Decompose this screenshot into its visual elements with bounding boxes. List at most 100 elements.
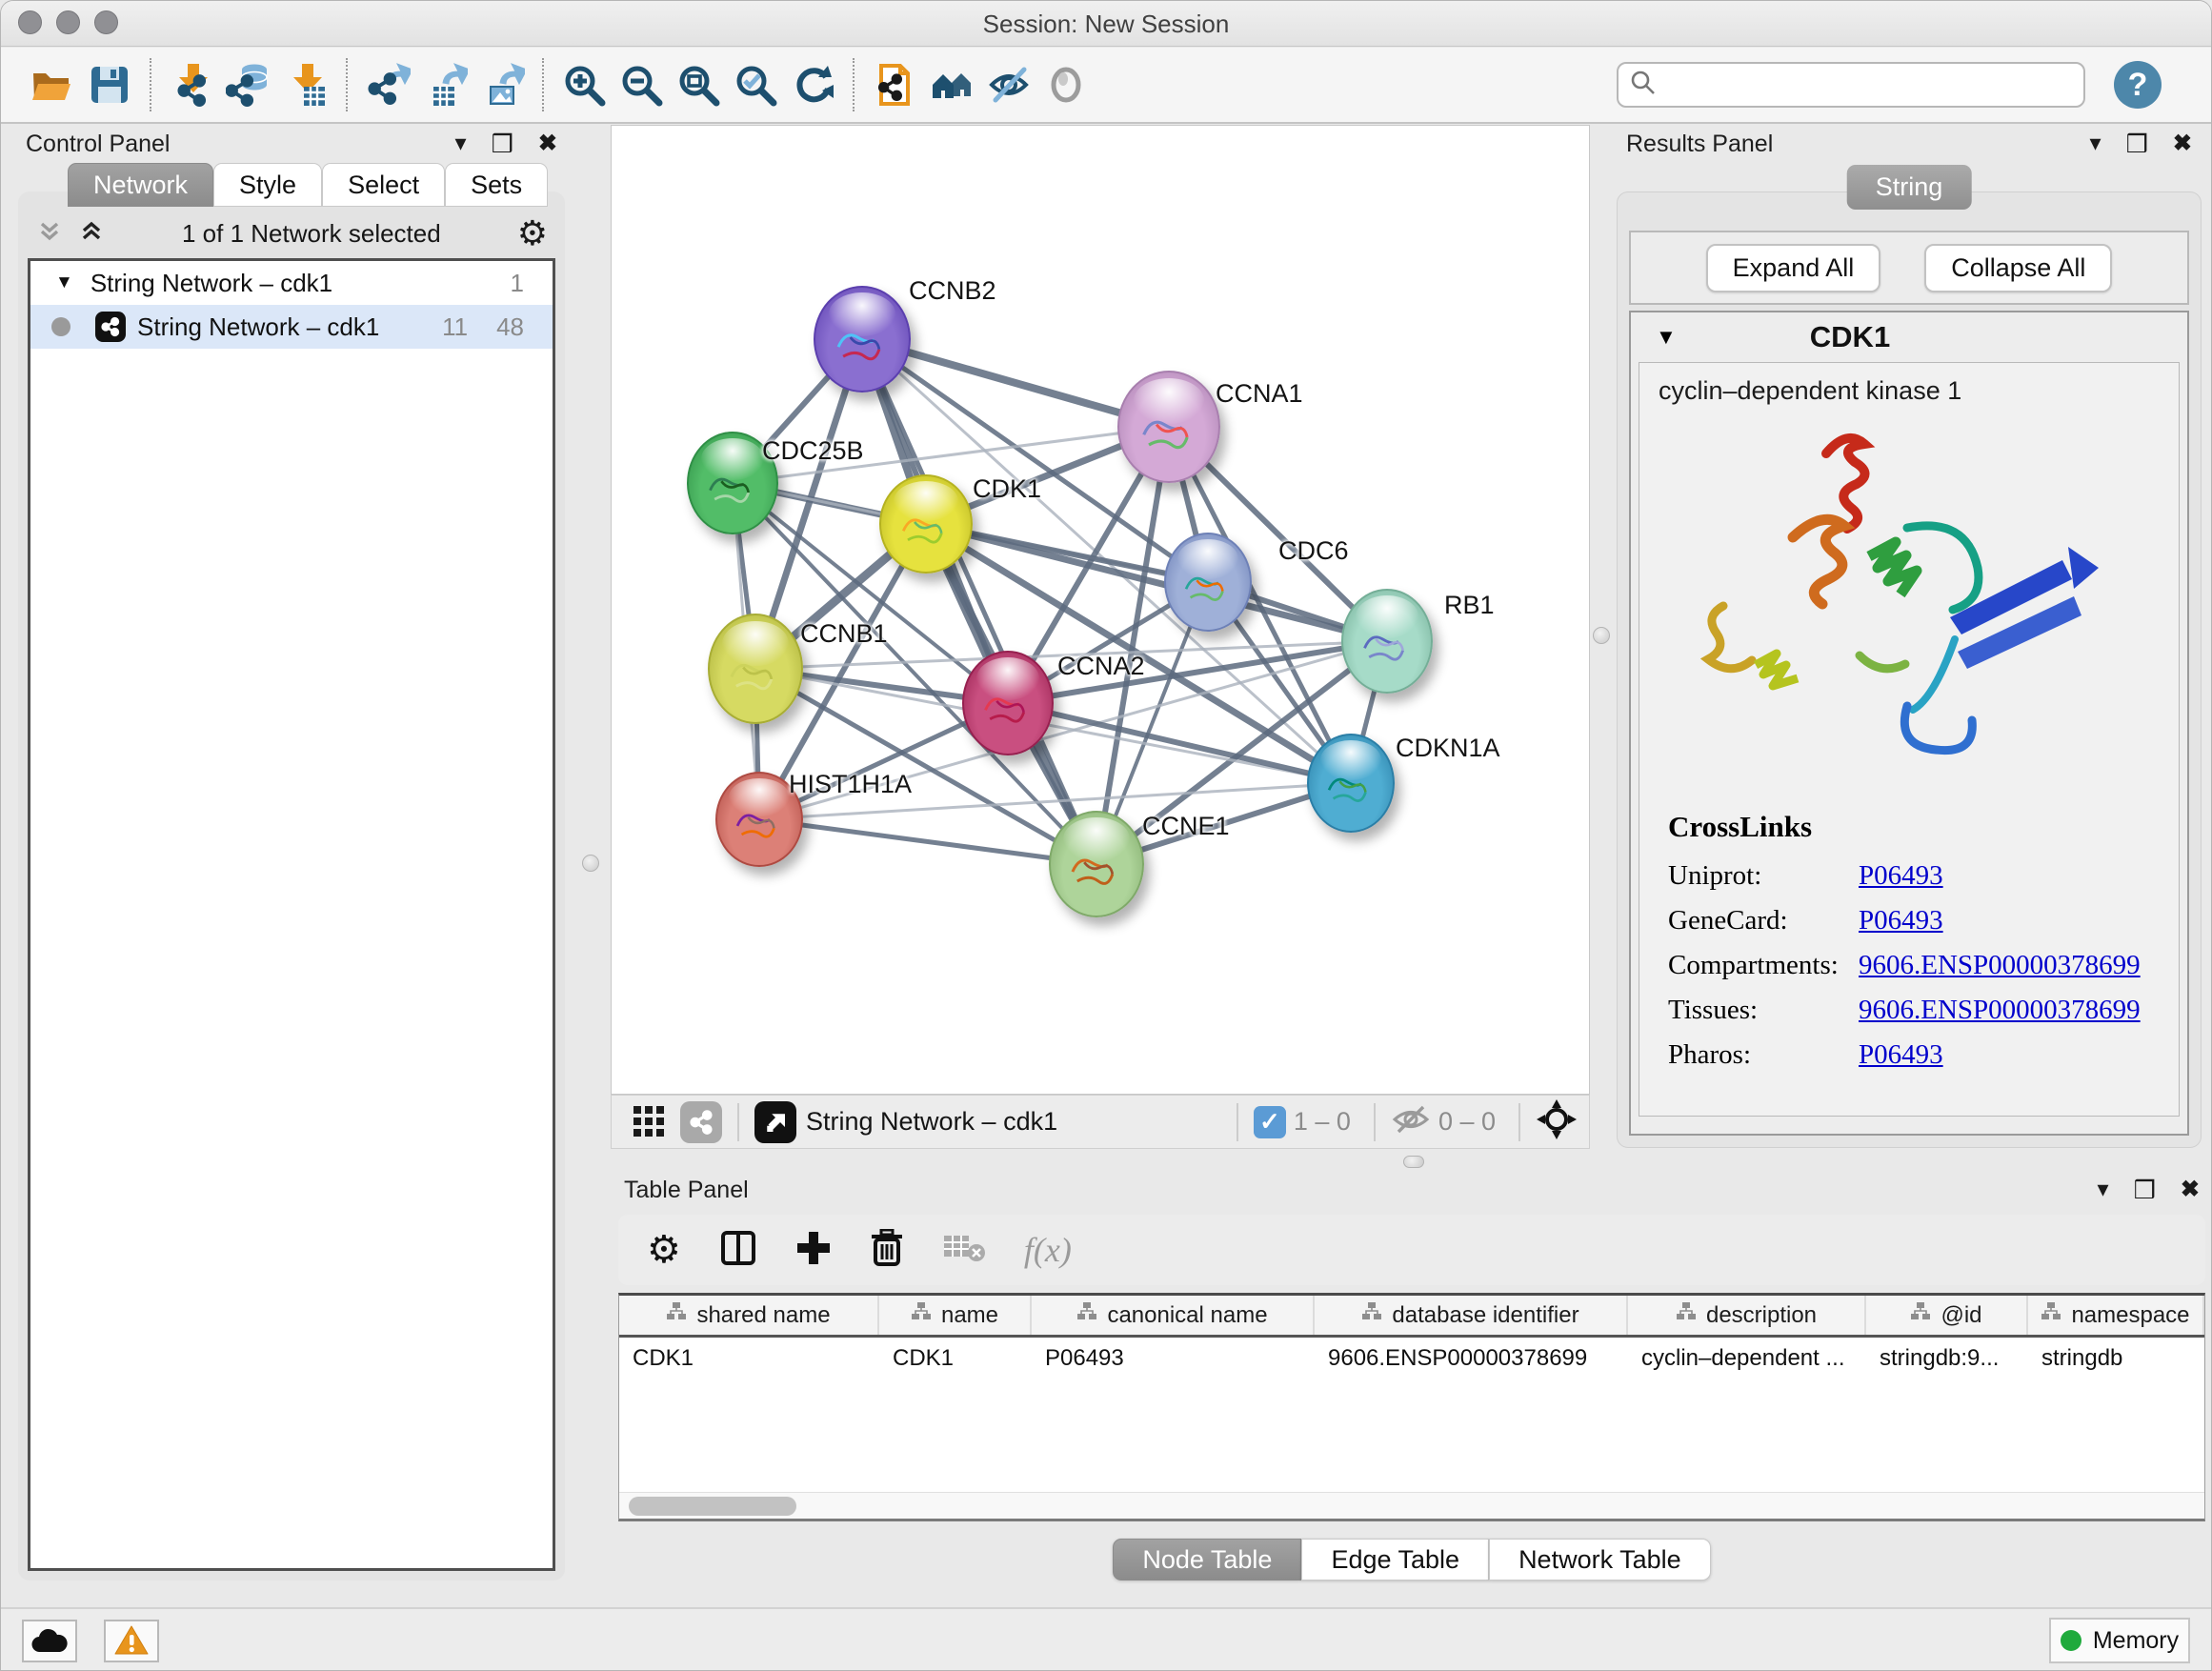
column-header-database-identifier[interactable]: database identifier <box>1315 1296 1628 1335</box>
show-all-hidden-button[interactable] <box>1037 54 1095 115</box>
network-node-cdc6[interactable] <box>1164 533 1252 632</box>
network-tree-row[interactable]: ▼String Network – cdk11 <box>30 261 553 305</box>
table-panel-float-icon[interactable]: ❒ <box>2134 1178 2156 1202</box>
table-cell: cyclin–dependent ... <box>1628 1338 1866 1379</box>
column-type-icon <box>1076 1301 1097 1329</box>
network-node-ccna2[interactable] <box>962 651 1054 755</box>
network-share-view-icon[interactable] <box>680 1101 722 1143</box>
results-panel-collapse-icon[interactable]: ▾ <box>2090 132 2101 155</box>
column-header-description[interactable]: description <box>1628 1296 1866 1335</box>
tab-node-table[interactable]: Node Table <box>1113 1539 1301 1580</box>
network-tree-row[interactable]: String Network – cdk11148 <box>30 305 553 349</box>
export-network-icon <box>365 62 411 108</box>
expand-all-networks-icon[interactable] <box>77 217 106 251</box>
search-input[interactable] <box>1666 71 2072 98</box>
crosslink-label: Uniprot: <box>1668 860 1859 892</box>
tab-string[interactable]: String <box>1847 165 1972 210</box>
network-node-ccna1[interactable] <box>1117 371 1220 483</box>
control-panel-close-icon[interactable]: ✖ <box>538 132 557 155</box>
memory-button[interactable]: Memory <box>2049 1618 2190 1663</box>
hide-selected-button[interactable] <box>980 54 1037 115</box>
expand-all-button[interactable]: Expand All <box>1706 244 1881 292</box>
crosslink-link[interactable]: P06493 <box>1859 905 1943 936</box>
export-network-button[interactable] <box>359 54 416 115</box>
selected-nodes-checkbox-icon[interactable]: ✓ <box>1254 1106 1286 1138</box>
crosslink-link[interactable]: P06493 <box>1859 1039 1943 1071</box>
divider <box>1374 1103 1376 1141</box>
column-header-shared-name[interactable]: shared name <box>619 1296 879 1335</box>
apply-preferred-layout-button[interactable] <box>784 54 841 115</box>
tab-select[interactable]: Select <box>322 163 445 207</box>
zoom-selected-region-button[interactable] <box>727 54 784 115</box>
zoom-fit-content-button[interactable] <box>670 54 727 115</box>
node-table: shared namenamecanonical namedatabase id… <box>618 1293 2205 1521</box>
network-edge[interactable] <box>759 819 1096 864</box>
control-panel-collapse-icon[interactable]: ▾ <box>455 132 467 155</box>
save-session-button[interactable] <box>81 54 138 115</box>
table-row[interactable]: CDK1CDK1P064939606.ENSP00000378699cyclin… <box>619 1338 2204 1379</box>
network-share-icon <box>95 312 126 342</box>
delete-column-trash-icon[interactable] <box>870 1229 904 1272</box>
bottom-splitter-grip[interactable] <box>1403 1156 1424 1168</box>
fit-selected-crosshair-icon[interactable] <box>1536 1098 1578 1145</box>
results-panel-close-icon[interactable]: ✖ <box>2173 132 2192 155</box>
import-table-from-file-button[interactable] <box>277 54 334 115</box>
search-box[interactable] <box>1617 62 2085 108</box>
collapse-all-button[interactable]: Collapse All <box>1924 244 2112 292</box>
table-panel-collapse-icon[interactable]: ▾ <box>2098 1178 2109 1201</box>
tab-sets[interactable]: Sets <box>445 163 548 207</box>
network-node-ccnb2[interactable] <box>814 286 911 393</box>
crosslink-row: Tissues: 9606.ENSP00000378699 <box>1668 988 2179 1033</box>
network-edge[interactable] <box>1008 703 1351 783</box>
table-horizontal-scrollbar[interactable] <box>619 1492 2204 1519</box>
network-node-ccne1[interactable] <box>1049 811 1144 917</box>
results-panel-float-icon[interactable]: ❒ <box>2126 131 2148 156</box>
network-node-cdkn1a[interactable] <box>1307 734 1395 833</box>
export-table-button[interactable] <box>416 54 473 115</box>
network-options-gear-icon[interactable]: ⚙ <box>517 216 548 251</box>
new-network-from-selection-button[interactable] <box>866 54 923 115</box>
open-session-button[interactable] <box>24 54 81 115</box>
zoom-out-button[interactable] <box>613 54 670 115</box>
tab-network[interactable]: Network <box>68 163 213 207</box>
table-panel-close-icon[interactable]: ✖ <box>2181 1178 2200 1201</box>
tree-expand-triangle-icon[interactable]: ▼ <box>55 272 73 293</box>
network-node-rb1[interactable] <box>1341 589 1433 694</box>
network-node-cdk1[interactable] <box>879 474 973 574</box>
crosslink-link[interactable]: 9606.ENSP00000378699 <box>1859 950 2141 981</box>
left-splitter-grip[interactable] <box>582 855 599 872</box>
tab-network-table[interactable]: Network Table <box>1489 1539 1711 1580</box>
tab-edge-table[interactable]: Edge Table <box>1301 1539 1489 1580</box>
table-options-gear-icon[interactable]: ⚙ <box>647 1231 681 1269</box>
crosslink-label: Tissues: <box>1668 995 1859 1026</box>
scrollbar-thumb[interactable] <box>629 1497 796 1516</box>
network-canvas[interactable]: CCNB2 CCNA1 CDC25B CDK1 CDC6 RB1 CCNB1 <box>611 125 1590 1095</box>
help-button[interactable]: ? <box>2114 61 2162 109</box>
cloud-status-button[interactable] <box>22 1620 77 1662</box>
crosslink-link[interactable]: 9606.ENSP00000378699 <box>1859 995 2141 1026</box>
section-collapse-triangle-icon[interactable]: ▼ <box>1656 325 1677 350</box>
column-header-@id[interactable]: @id <box>1866 1296 2028 1335</box>
show-columns-icon[interactable] <box>719 1229 757 1272</box>
first-neighbors-of-selected-nodes-button[interactable] <box>923 54 980 115</box>
import-network-from-database-button[interactable] <box>220 54 277 115</box>
column-header-canonical-name[interactable]: canonical name <box>1032 1296 1315 1335</box>
create-column-plus-icon[interactable] <box>795 1230 832 1271</box>
column-header-name[interactable]: name <box>879 1296 1032 1335</box>
zoom-in-button[interactable] <box>555 54 613 115</box>
warning-status-button[interactable] <box>104 1620 159 1662</box>
export-image-button[interactable] <box>473 54 531 115</box>
network-node-ccnb1[interactable] <box>708 614 803 724</box>
import-network-from-file-button[interactable] <box>163 54 220 115</box>
table-toolbar: ⚙ f(x) <box>618 1215 2205 1285</box>
control-panel-float-icon[interactable]: ❒ <box>492 131 513 156</box>
tab-style[interactable]: Style <box>213 163 322 207</box>
node-section-header[interactable]: ▼ CDK1 <box>1631 312 2187 362</box>
crosslink-link[interactable]: P06493 <box>1859 860 1943 892</box>
collapse-all-networks-icon[interactable] <box>35 217 64 251</box>
birdseye-view-icon[interactable] <box>754 1101 796 1143</box>
grid-view-icon[interactable] <box>631 1101 667 1142</box>
right-splitter-grip[interactable] <box>1593 627 1610 644</box>
toolbar-separator <box>346 58 348 111</box>
column-header-namespace[interactable]: namespace <box>2028 1296 2204 1335</box>
